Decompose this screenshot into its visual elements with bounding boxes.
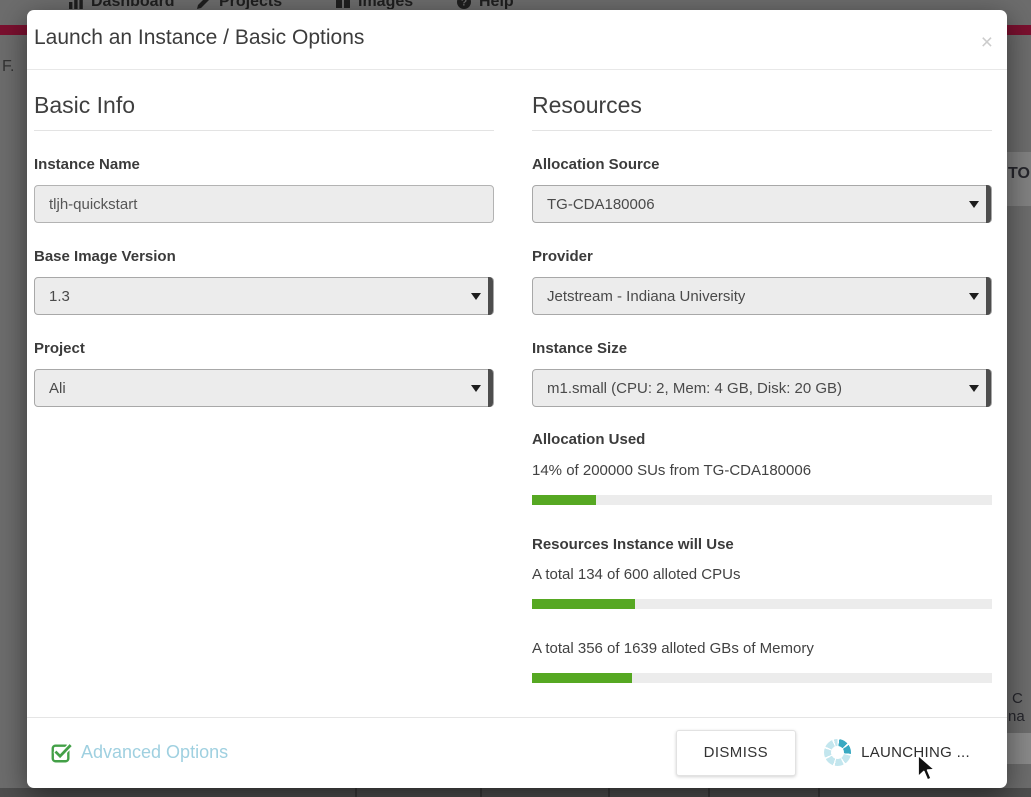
nav-item-help[interactable]: ? Help bbox=[456, 0, 514, 9]
instance-size-select[interactable]: m1.small (CPU: 2, Mem: 4 GB, Disk: 20 GB… bbox=[532, 369, 992, 407]
allocation-used-progress-bar bbox=[532, 495, 992, 505]
images-icon bbox=[335, 0, 351, 9]
allocation-used-progress-fill bbox=[532, 495, 596, 505]
provider-select[interactable]: Jetstream - Indiana University bbox=[532, 277, 992, 315]
instance-name-label: Instance Name bbox=[34, 156, 494, 173]
footer-actions: DISMISS LAUNCHING ... bbox=[676, 730, 970, 776]
background-text-fragment-to: TO bbox=[1008, 165, 1030, 183]
advanced-options-link[interactable]: Advanced Options bbox=[50, 742, 228, 764]
memory-usage-progress-bar bbox=[532, 673, 992, 683]
provider-value: Jetstream - Indiana University bbox=[547, 288, 745, 305]
instance-size-field-group: Instance Size m1.small (CPU: 2, Mem: 4 G… bbox=[532, 340, 992, 407]
background-table-fragment bbox=[0, 788, 1031, 797]
provider-field-group: Provider Jetstream - Indiana University bbox=[532, 248, 992, 315]
cpu-usage-progress-bar bbox=[532, 599, 992, 609]
modal-title: Launch an Instance / Basic Options bbox=[34, 26, 364, 50]
loading-spinner-icon bbox=[824, 739, 851, 766]
help-icon: ? bbox=[456, 0, 472, 9]
cpu-usage-progress-fill bbox=[532, 599, 635, 609]
instance-name-field-group: Instance Name bbox=[34, 156, 494, 223]
screen: Dashboard Projects Images ? Help F. TO bbox=[0, 0, 1031, 797]
dashboard-icon bbox=[68, 0, 84, 9]
memory-usage-progress-fill bbox=[532, 673, 632, 683]
close-icon[interactable]: × bbox=[981, 32, 993, 53]
base-image-version-field-group: Base Image Version 1.3 bbox=[34, 248, 494, 315]
nav-item-dashboard[interactable]: Dashboard bbox=[68, 0, 175, 9]
modal-footer: Advanced Options DISMISS LAUNCHING ... bbox=[27, 717, 1007, 787]
pencil-icon bbox=[196, 0, 212, 9]
allocation-used-text: 14% of 200000 SUs from TG-CDA180006 bbox=[532, 462, 992, 479]
cpu-usage-text: A total 134 of 600 alloted CPUs bbox=[532, 566, 992, 583]
resources-heading: Resources bbox=[532, 92, 992, 131]
project-label: Project bbox=[34, 340, 494, 357]
base-image-version-value: 1.3 bbox=[49, 288, 70, 305]
nav-item-images[interactable]: Images bbox=[335, 0, 413, 9]
launch-instance-modal: Launch an Instance / Basic Options × Bas… bbox=[27, 10, 1007, 788]
allocation-source-field-group: Allocation Source TG-CDA180006 bbox=[532, 156, 992, 223]
resources-column: Resources Allocation Source TG-CDA180006… bbox=[532, 70, 992, 717]
background-text-fragment-left: F. bbox=[2, 58, 14, 76]
project-field-group: Project Ali bbox=[34, 340, 494, 407]
top-navigation: Dashboard Projects Images ? Help bbox=[0, 0, 1031, 9]
modal-header: Launch an Instance / Basic Options × bbox=[27, 10, 1007, 70]
nav-item-projects[interactable]: Projects bbox=[196, 0, 282, 9]
basic-info-heading: Basic Info bbox=[34, 92, 494, 131]
advanced-options-label: Advanced Options bbox=[81, 742, 228, 763]
launching-status-label: LAUNCHING ... bbox=[861, 744, 970, 761]
project-value: Ali bbox=[49, 380, 66, 397]
background-text-fragment-c: C bbox=[1012, 690, 1023, 707]
instance-usage-heading: Resources Instance will Use bbox=[532, 536, 992, 553]
instance-size-value: m1.small (CPU: 2, Mem: 4 GB, Disk: 20 GB… bbox=[547, 380, 842, 397]
memory-usage-text: A total 356 of 1639 alloted GBs of Memor… bbox=[532, 640, 992, 657]
allocation-source-label: Allocation Source bbox=[532, 156, 992, 173]
modal-body: Basic Info Instance Name Base Image Vers… bbox=[27, 70, 1007, 717]
nav-label: Dashboard bbox=[91, 0, 175, 9]
base-image-version-select[interactable]: 1.3 bbox=[34, 277, 494, 315]
background-button-fragment: TO bbox=[1007, 152, 1031, 206]
checkbox-checked-icon bbox=[50, 742, 72, 764]
svg-text:?: ? bbox=[461, 0, 467, 9]
allocation-used-heading: Allocation Used bbox=[532, 431, 992, 448]
basic-info-column: Basic Info Instance Name Base Image Vers… bbox=[34, 70, 494, 717]
allocation-source-value: TG-CDA180006 bbox=[547, 196, 655, 213]
base-image-version-label: Base Image Version bbox=[34, 248, 494, 265]
provider-label: Provider bbox=[532, 248, 992, 265]
project-select[interactable]: Ali bbox=[34, 369, 494, 407]
background-panel-fragment bbox=[1007, 733, 1031, 764]
allocation-source-select[interactable]: TG-CDA180006 bbox=[532, 185, 992, 223]
nav-label: Images bbox=[358, 0, 413, 9]
background-text-fragment-na: na bbox=[1008, 708, 1025, 725]
nav-label: Projects bbox=[219, 0, 282, 9]
dismiss-button[interactable]: DISMISS bbox=[676, 730, 796, 776]
instance-size-label: Instance Size bbox=[532, 340, 992, 357]
nav-label: Help bbox=[479, 0, 514, 9]
instance-name-input[interactable] bbox=[34, 185, 494, 223]
